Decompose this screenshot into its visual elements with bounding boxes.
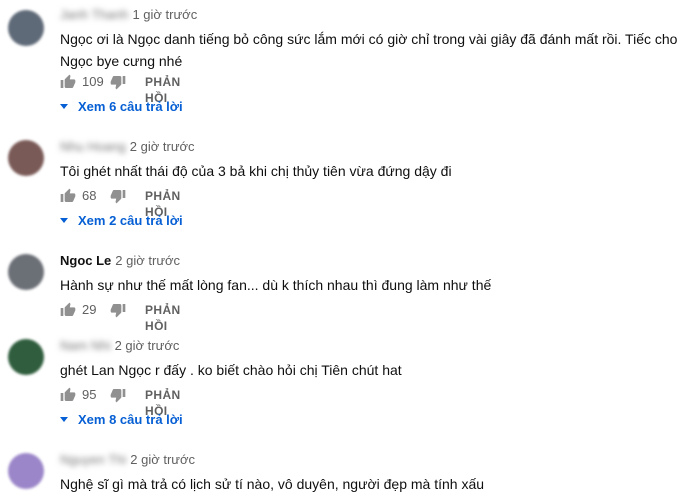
chevron-down-icon [60, 104, 68, 109]
comment-text: Tôi ghét nhất thái độ của 3 bả khi chị t… [60, 163, 452, 179]
thumbs-down-icon[interactable] [110, 302, 126, 318]
comment-header: Ngoc Le 2 giờ trước [60, 252, 180, 270]
comment-text: Ngọc ơi là Ngọc danh tiếng bỏ công sức l… [60, 31, 678, 69]
thumbs-up-icon[interactable] [60, 387, 76, 403]
comment-time[interactable]: 2 giờ trước [115, 338, 180, 353]
thumbs-up-icon[interactable] [60, 188, 76, 204]
avatar[interactable] [8, 140, 44, 176]
comment-time[interactable]: 1 giờ trước [132, 7, 197, 22]
thumbs-down-icon[interactable] [110, 188, 126, 204]
like-count: 29 [82, 302, 97, 317]
avatar[interactable] [8, 254, 44, 290]
like-count: 109 [82, 74, 104, 89]
avatar[interactable] [8, 339, 44, 375]
comment-time[interactable]: 2 giờ trước [115, 253, 180, 268]
author-name[interactable]: Nhu Hoang [60, 139, 126, 154]
thumbs-up-icon[interactable] [60, 302, 76, 318]
author-name[interactable]: Ngoc Le [60, 253, 111, 268]
comment-header: Janh Thanh 1 giờ trước [60, 6, 197, 24]
author-name[interactable]: Nguyen Thi [60, 452, 126, 467]
comment-time[interactable]: 2 giờ trước [130, 139, 195, 154]
thumbs-down-icon[interactable] [110, 74, 126, 90]
author-name[interactable]: Nam Nhi [60, 338, 111, 353]
comment-text: Hành sự như thế mất lòng fan... dù k thí… [60, 277, 492, 293]
comment-header: Nhu Hoang 2 giờ trước [60, 138, 195, 156]
view-replies-label: Xem 2 câu trả lời [78, 213, 183, 228]
like-count: 95 [82, 387, 97, 402]
comment-header: Nam Nhi 2 giờ trước [60, 337, 179, 355]
comment-text: Nghệ sĩ gì mà trả có lịch sử tí nào, vô … [60, 476, 485, 492]
comment-text: ghét Lan Ngọc r đấy . ko biết chào hỏi c… [60, 362, 402, 378]
view-replies-label: Xem 8 câu trả lời [78, 412, 183, 427]
chevron-down-icon [60, 417, 68, 422]
comment-header: Nguyen Thi 2 giờ trước [60, 451, 195, 469]
thumbs-up-icon[interactable] [60, 74, 76, 90]
author-name[interactable]: Janh Thanh [60, 7, 128, 22]
view-replies-button[interactable]: Xem 6 câu trả lời [60, 98, 183, 116]
reply-button[interactable]: PHẢN HỒI [145, 302, 181, 334]
like-count: 68 [82, 188, 97, 203]
view-replies-button[interactable]: Xem 2 câu trả lời [60, 212, 183, 230]
comment-time[interactable]: 2 giờ trước [130, 452, 195, 467]
thumbs-down-icon[interactable] [110, 387, 126, 403]
view-replies-button[interactable]: Xem 8 câu trả lời [60, 411, 183, 429]
chevron-down-icon [60, 218, 68, 223]
view-replies-label: Xem 6 câu trả lời [78, 99, 183, 114]
avatar[interactable] [8, 10, 44, 46]
avatar[interactable] [8, 453, 44, 489]
